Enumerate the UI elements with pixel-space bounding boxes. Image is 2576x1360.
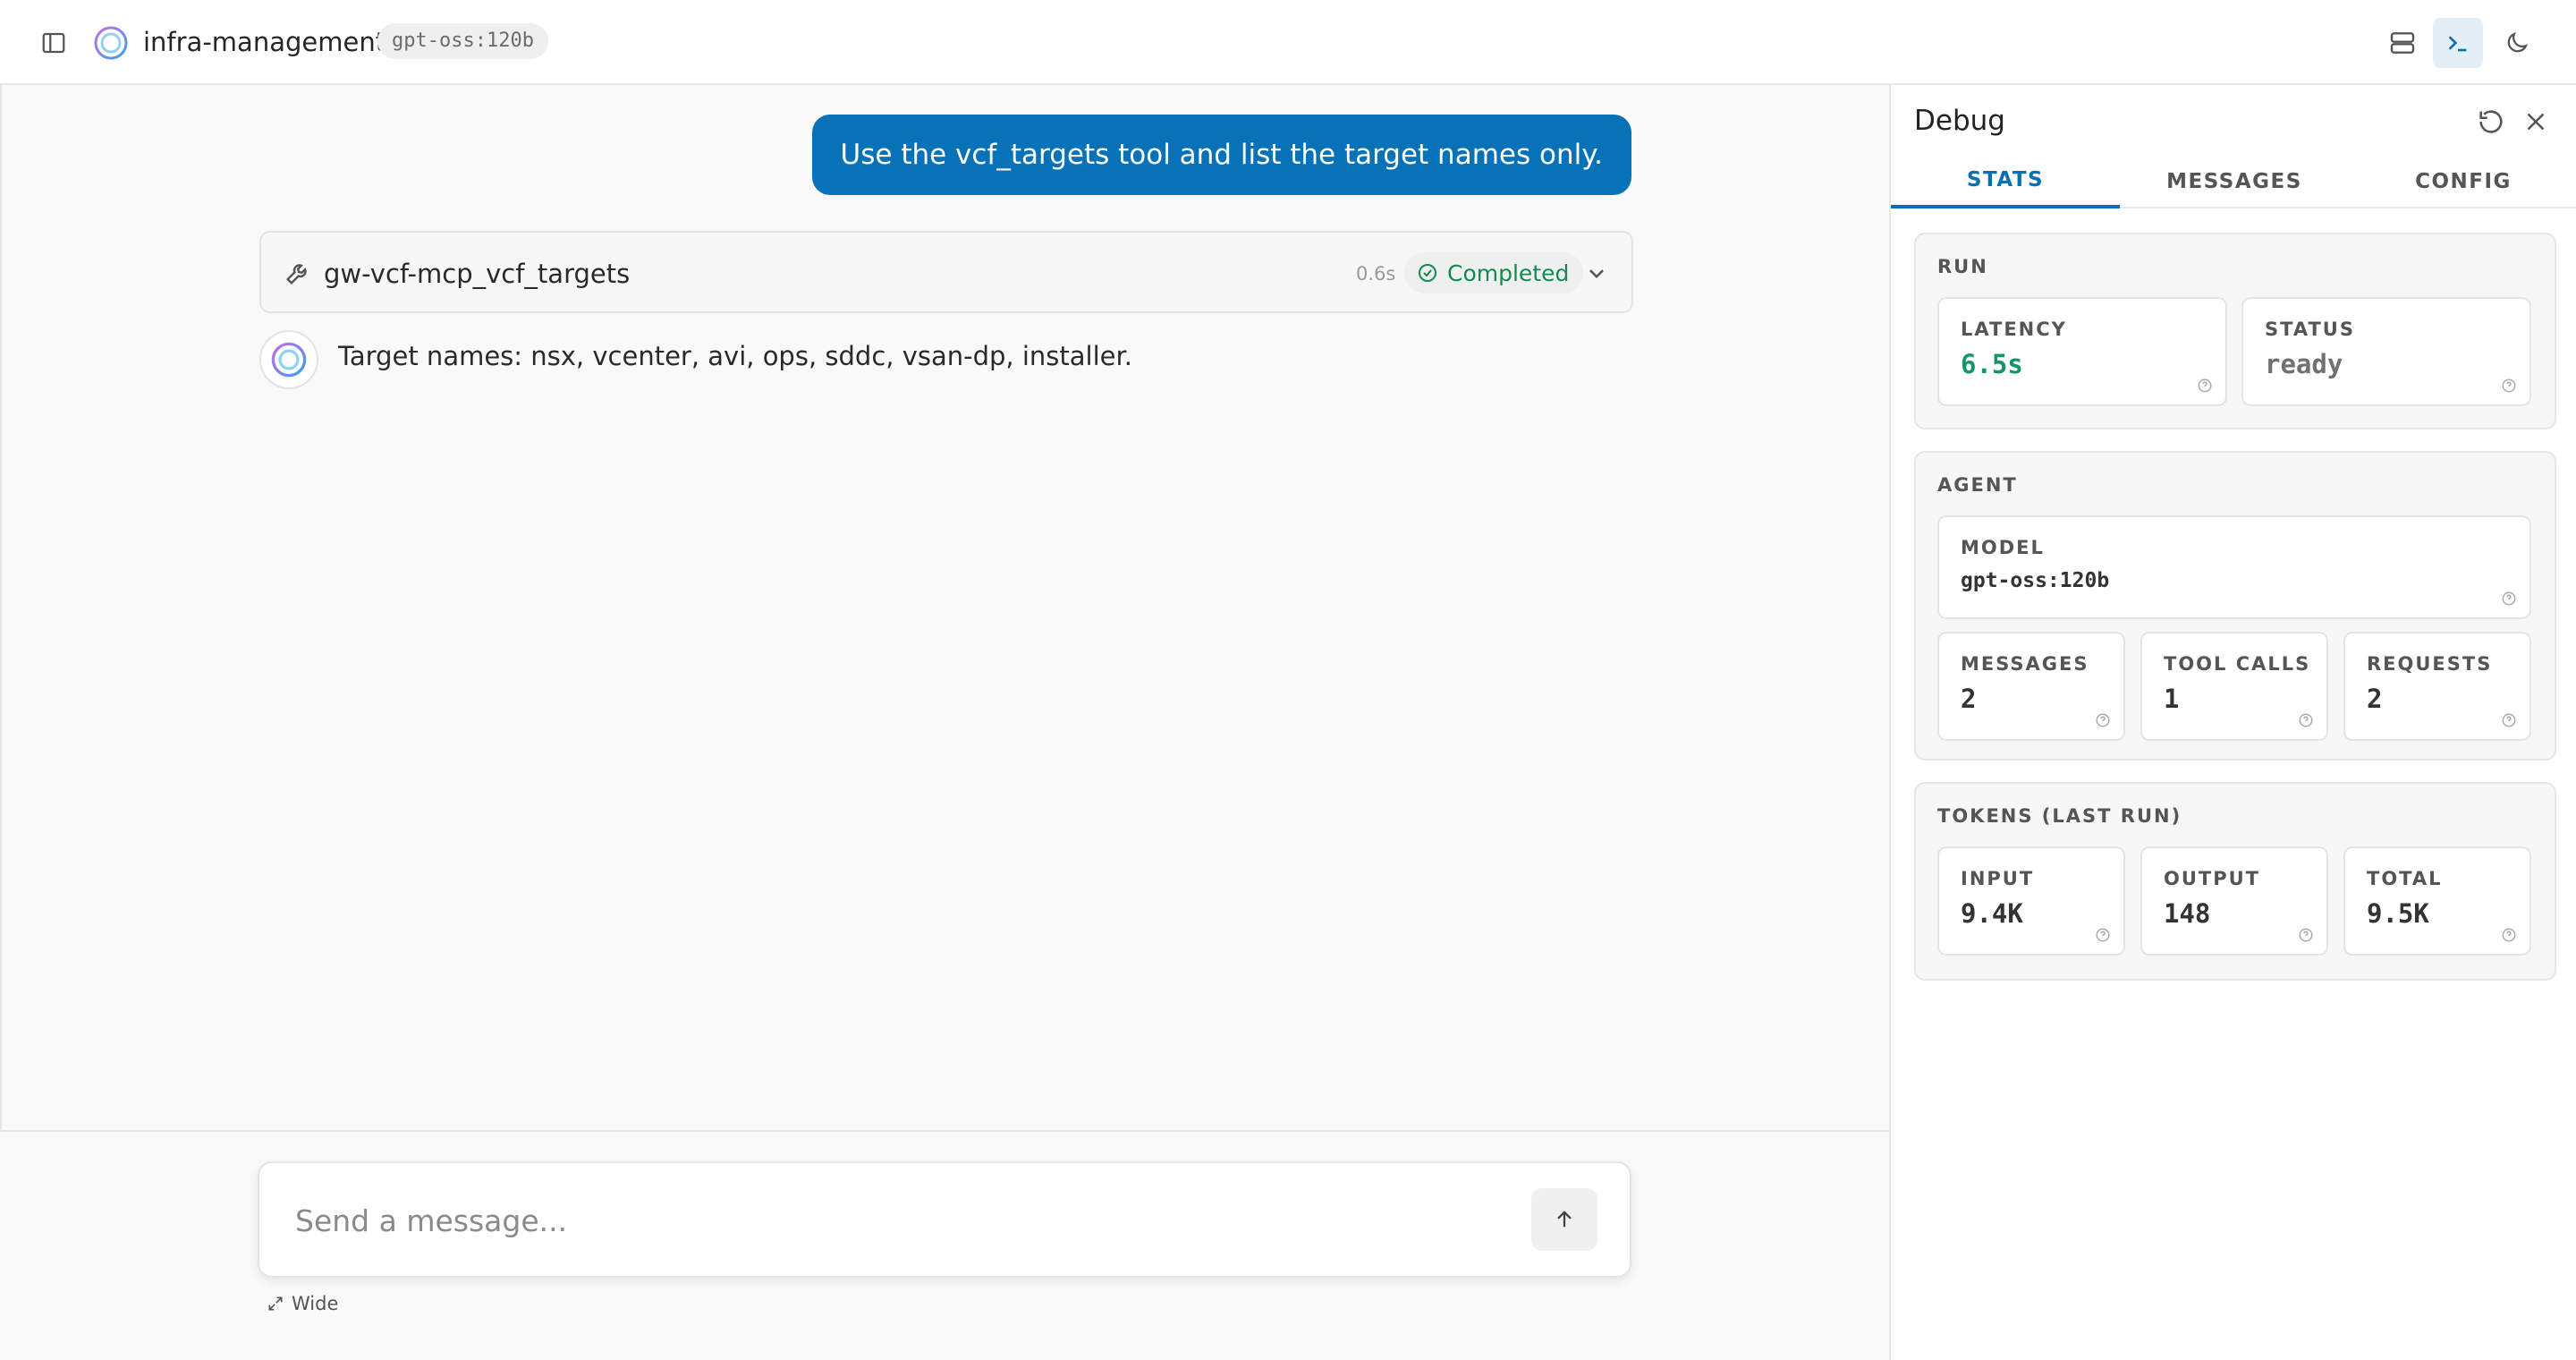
status-badge: Completed <box>1404 252 1584 293</box>
help-icon[interactable] <box>2298 927 2314 943</box>
section-title: TOKENS (LAST RUN) <box>1937 805 2182 827</box>
status-label: Completed <box>1447 259 1570 286</box>
message-composer <box>258 1161 1631 1278</box>
debug-title: Debug <box>1914 105 2005 137</box>
model-badge: gpt-oss:120b <box>377 23 548 59</box>
expand-icon <box>268 1296 283 1311</box>
check-circle-icon <box>1419 264 1436 282</box>
run-section: RUN LATENCY 6.5s STATUS ready <box>1914 233 2556 429</box>
tokens-section: TOKENS (LAST RUN) INPUT 9.4K OUTPUT 148 … <box>1914 782 2556 981</box>
help-icon[interactable] <box>2095 712 2111 728</box>
layout-button[interactable] <box>2383 23 2422 63</box>
tool-calls-card: TOOL CALLS 1 <box>2140 632 2328 741</box>
tab-config[interactable]: CONFIG <box>2349 155 2576 208</box>
help-icon[interactable] <box>2501 927 2517 943</box>
tool-duration: 0.6s <box>1356 263 1396 285</box>
card-label: STATUS <box>2265 319 2355 340</box>
refresh-button[interactable] <box>2476 106 2506 137</box>
expand-tool-button[interactable] <box>1581 258 1612 288</box>
wrench-icon <box>283 258 313 288</box>
moon-icon <box>2507 31 2529 53</box>
debug-panel: Debug STATS MESSAGES CONFIG RUN LATENCY … <box>1889 85 2576 1360</box>
help-icon[interactable] <box>2197 378 2213 394</box>
refresh-icon <box>2479 110 2503 133</box>
terminal-icon <box>2448 36 2467 52</box>
input-tokens-value: 9.4K <box>1961 898 2023 929</box>
wide-label: Wide <box>292 1293 339 1314</box>
wide-toggle[interactable]: Wide <box>267 1293 338 1314</box>
card-label: MODEL <box>1961 537 2045 558</box>
latency-card: LATENCY 6.5s <box>1937 297 2227 406</box>
debug-terminal-button[interactable] <box>2433 18 2483 68</box>
assistant-avatar <box>259 330 318 389</box>
card-label: MESSAGES <box>1961 653 2089 675</box>
assistant-message: Target names: nsx, vcenter, avi, ops, sd… <box>338 341 1132 371</box>
composer-area: Wide <box>0 1130 1889 1360</box>
layout-icon <box>2390 32 2415 54</box>
requests-card: REQUESTS 2 <box>2343 632 2531 741</box>
logo-icon <box>93 25 129 61</box>
model-value: gpt-oss:120b <box>1961 569 2110 592</box>
help-icon[interactable] <box>2501 591 2517 607</box>
card-label: OUTPUT <box>2164 868 2260 889</box>
card-label: TOTAL <box>2367 868 2443 889</box>
output-tokens-value: 148 <box>2164 898 2211 929</box>
messages-card: MESSAGES 2 <box>1937 632 2125 741</box>
help-icon[interactable] <box>2298 712 2314 728</box>
debug-tabs: STATS MESSAGES CONFIG <box>1891 155 2576 208</box>
section-title: AGENT <box>1937 474 2018 496</box>
card-label: REQUESTS <box>2367 653 2493 675</box>
help-icon[interactable] <box>2501 378 2517 394</box>
tab-messages[interactable]: MESSAGES <box>2120 155 2349 208</box>
messages-value: 2 <box>1961 684 1977 714</box>
model-card: MODEL gpt-oss:120b <box>1937 515 2531 619</box>
help-icon[interactable] <box>2095 927 2111 943</box>
card-label: LATENCY <box>1961 319 2067 340</box>
status-card: STATUS ready <box>2241 297 2531 406</box>
sidebar-toggle-button[interactable] <box>36 25 72 61</box>
total-tokens-value: 9.5K <box>2367 898 2429 929</box>
status-value: ready <box>2265 349 2343 379</box>
tool-calls-value: 1 <box>2164 684 2180 714</box>
latency-value: 6.5s <box>1961 349 2023 379</box>
tool-call-card[interactable]: gw-vcf-mcp_vcf_targets 0.6s Completed <box>259 231 1633 313</box>
arrow-up-icon <box>1557 1211 1572 1228</box>
input-tokens-card: INPUT 9.4K <box>1937 846 2125 956</box>
agent-section: AGENT MODEL gpt-oss:120b MESSAGES 2 TOOL… <box>1914 451 2556 761</box>
tool-name: gw-vcf-mcp_vcf_targets <box>324 259 631 289</box>
requests-value: 2 <box>2367 684 2383 714</box>
total-tokens-card: TOTAL 9.5K <box>2343 846 2531 956</box>
card-label: TOOL CALLS <box>2164 653 2311 675</box>
close-icon <box>2527 113 2545 131</box>
top-bar: infra-management gpt-oss:120b <box>0 0 2576 85</box>
user-message: Use the vcf_targets tool and list the ta… <box>811 115 1631 195</box>
send-button[interactable] <box>1531 1188 1597 1251</box>
theme-toggle-button[interactable] <box>2497 23 2537 63</box>
sidebar-toggle-icon <box>42 32 65 54</box>
section-title: RUN <box>1937 256 1988 277</box>
help-icon[interactable] <box>2501 712 2517 728</box>
message-input[interactable] <box>295 1195 1476 1245</box>
card-label: INPUT <box>1961 868 2035 889</box>
chevron-down-icon <box>1589 269 1604 279</box>
close-debug-button[interactable] <box>2521 106 2551 137</box>
app-title: infra-management <box>143 27 386 57</box>
output-tokens-card: OUTPUT 148 <box>2140 846 2328 956</box>
tab-stats[interactable]: STATS <box>1891 155 2120 208</box>
assistant-logo-icon <box>271 342 307 378</box>
